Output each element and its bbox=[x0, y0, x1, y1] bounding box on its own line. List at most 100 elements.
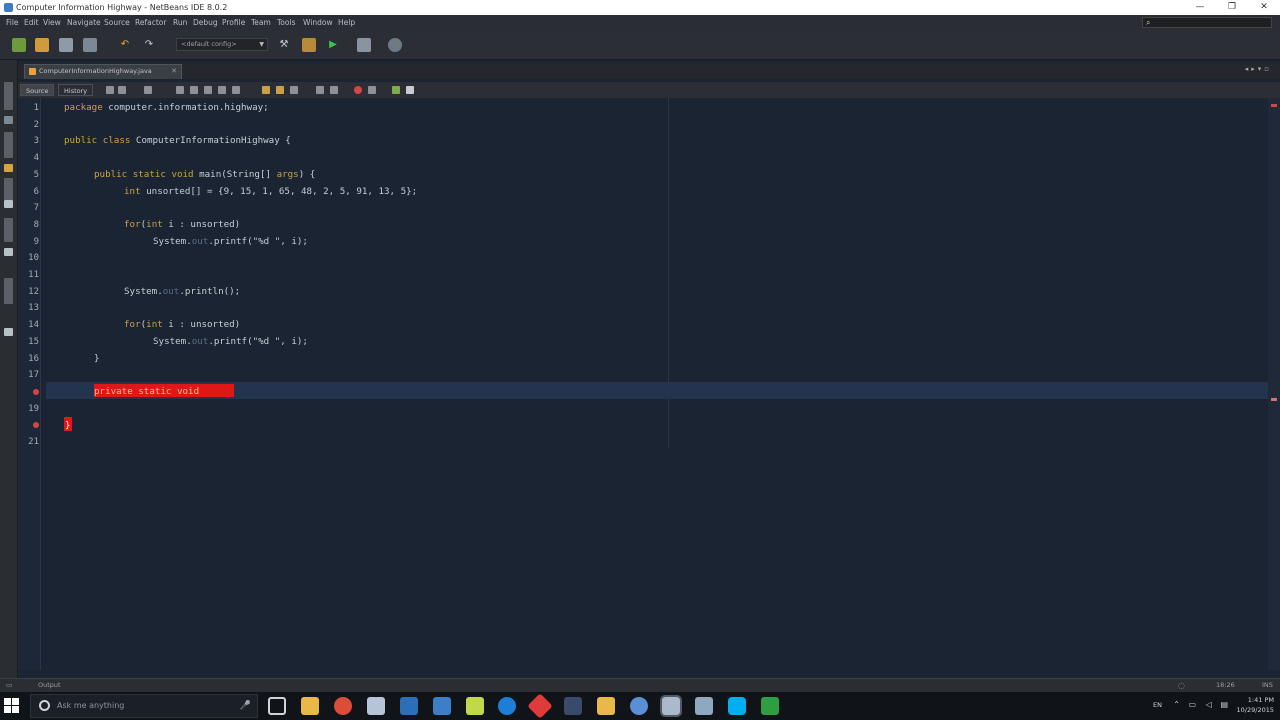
start-button[interactable] bbox=[4, 698, 20, 714]
error-stripe-mark[interactable] bbox=[1271, 104, 1277, 107]
action-center-icon[interactable]: ▤ bbox=[1220, 700, 1228, 709]
skype-icon[interactable] bbox=[728, 697, 746, 715]
find-selection-icon[interactable] bbox=[218, 86, 226, 94]
history-view-button[interactable]: History bbox=[58, 84, 94, 96]
close-tab-icon[interactable]: ✕ bbox=[171, 65, 177, 78]
app-icon[interactable] bbox=[433, 697, 451, 715]
undo-icon[interactable]: ↶ bbox=[118, 38, 132, 52]
uncomment-icon[interactable] bbox=[406, 86, 414, 94]
toggle-bookmark-icon[interactable] bbox=[290, 86, 298, 94]
app-icon[interactable] bbox=[466, 697, 484, 715]
navigator-window-tab[interactable] bbox=[4, 218, 13, 242]
quick-search-input[interactable]: ⌕ bbox=[1142, 17, 1272, 28]
stop-macro-icon[interactable] bbox=[368, 86, 376, 94]
file-explorer-icon[interactable] bbox=[301, 697, 319, 715]
line-number: 6 bbox=[33, 186, 39, 197]
cortana-search-input[interactable]: Ask me anything 🎤 bbox=[30, 694, 258, 718]
output-label[interactable]: Output bbox=[38, 679, 61, 692]
save-all-icon[interactable] bbox=[83, 38, 97, 52]
previous-bookmark-icon[interactable] bbox=[262, 86, 270, 94]
menu-profile[interactable]: Profile bbox=[222, 15, 245, 30]
menu-edit[interactable]: Edit bbox=[24, 15, 39, 30]
projects-window-tab[interactable] bbox=[4, 82, 13, 110]
app-icon[interactable] bbox=[761, 697, 779, 715]
menu-file[interactable]: File bbox=[6, 15, 19, 30]
output-toggle-icon[interactable]: ▭ bbox=[6, 679, 13, 692]
projects-icon[interactable] bbox=[4, 116, 13, 124]
menu-view[interactable]: View bbox=[43, 15, 61, 30]
toggle-highlight-icon[interactable] bbox=[232, 86, 240, 94]
menu-navigate[interactable]: Navigate bbox=[67, 15, 101, 30]
next-bookmark-icon[interactable] bbox=[276, 86, 284, 94]
app-icon[interactable] bbox=[498, 697, 516, 715]
tab-navigation[interactable]: ◂▸▾▫ bbox=[1245, 65, 1272, 73]
git-icon[interactable] bbox=[527, 693, 553, 719]
shift-right-icon[interactable] bbox=[330, 86, 338, 94]
menu-tools[interactable]: Tools bbox=[277, 15, 295, 30]
minimize-button[interactable]: — bbox=[1184, 0, 1216, 15]
new-file-icon[interactable] bbox=[12, 38, 26, 52]
folder-icon[interactable] bbox=[597, 697, 615, 715]
error-annotation-icon[interactable] bbox=[33, 389, 39, 395]
palette-icon[interactable] bbox=[4, 328, 13, 336]
close-button[interactable]: ✕ bbox=[1248, 0, 1280, 15]
build-icon[interactable]: ⚒ bbox=[277, 38, 291, 52]
code-area[interactable]: package computer.information.highway; pu… bbox=[46, 98, 1266, 670]
configuration-select[interactable]: <default config> ▼ bbox=[176, 38, 268, 51]
forward-icon[interactable] bbox=[144, 86, 152, 94]
profile-icon[interactable] bbox=[388, 38, 402, 52]
code-line-3: public class ComputerInformationHighway … bbox=[64, 135, 291, 147]
menu-debug[interactable]: Debug bbox=[193, 15, 218, 30]
error-annotation-icon[interactable] bbox=[33, 422, 39, 428]
menu-source[interactable]: Source bbox=[104, 15, 130, 30]
microphone-icon[interactable]: 🎤 bbox=[240, 695, 251, 717]
menu-help[interactable]: Help bbox=[338, 15, 355, 30]
palette-window-tab[interactable] bbox=[4, 278, 13, 304]
files-window-tab[interactable] bbox=[4, 132, 13, 158]
notifications-icon[interactable]: ◌ bbox=[1178, 679, 1185, 692]
open-project-icon[interactable] bbox=[59, 38, 73, 52]
find-previous-icon[interactable] bbox=[190, 86, 198, 94]
menu-window[interactable]: Window bbox=[303, 15, 333, 30]
clean-build-icon[interactable] bbox=[302, 38, 316, 52]
comment-icon[interactable] bbox=[392, 86, 400, 94]
debug-icon[interactable] bbox=[357, 38, 371, 52]
services-window-tab[interactable] bbox=[4, 178, 13, 200]
start-macro-icon[interactable] bbox=[354, 86, 362, 94]
store-icon[interactable] bbox=[367, 697, 385, 715]
new-project-icon[interactable] bbox=[35, 38, 49, 52]
menu-run[interactable]: Run bbox=[173, 15, 187, 30]
visual-studio-icon[interactable] bbox=[400, 697, 418, 715]
task-view-icon[interactable] bbox=[268, 697, 286, 715]
back-icon[interactable] bbox=[118, 86, 126, 94]
run-icon[interactable]: ▶ bbox=[326, 38, 340, 52]
files-icon[interactable] bbox=[4, 164, 13, 172]
netbeans-window: Computer Information Highway - NetBeans … bbox=[0, 0, 1280, 720]
maximize-button[interactable]: ❐ bbox=[1216, 0, 1248, 15]
navigator-icon[interactable] bbox=[4, 248, 13, 256]
error-stripe-mark[interactable] bbox=[1271, 398, 1277, 401]
shift-left-icon[interactable] bbox=[316, 86, 324, 94]
menu-team[interactable]: Team bbox=[251, 15, 271, 30]
netbeans-taskbar-icon[interactable] bbox=[660, 695, 682, 717]
app-icon[interactable] bbox=[630, 697, 648, 715]
language-indicator[interactable]: EN bbox=[1153, 701, 1162, 709]
code-editor[interactable]: 1 2 3 4 5 6 7 8 9 10 11 12 13 14 15 16 1… bbox=[18, 98, 1280, 670]
line-number: 8 bbox=[33, 219, 39, 230]
clock[interactable]: 1:41 PM 10/29/2015 bbox=[1237, 695, 1274, 715]
error-stripe[interactable] bbox=[1268, 98, 1280, 670]
menu-refactor[interactable]: Refactor bbox=[135, 15, 166, 30]
volume-icon[interactable]: ◁ bbox=[1206, 700, 1212, 709]
editor-file-tab[interactable]: ComputerInformationHighway.java ✕ bbox=[24, 64, 182, 79]
find-icon[interactable] bbox=[176, 86, 184, 94]
chrome-icon[interactable] bbox=[334, 697, 352, 715]
app-icon[interactable] bbox=[695, 697, 713, 715]
last-edit-icon[interactable] bbox=[106, 86, 114, 94]
app-icon[interactable] bbox=[564, 697, 582, 715]
find-next-icon[interactable] bbox=[204, 86, 212, 94]
chevron-up-icon[interactable]: ⌃ bbox=[1173, 700, 1180, 709]
redo-icon[interactable]: ↷ bbox=[142, 38, 156, 52]
network-icon[interactable]: ▭ bbox=[1188, 700, 1196, 709]
services-icon[interactable] bbox=[4, 200, 13, 208]
source-view-button[interactable]: Source bbox=[20, 84, 55, 96]
